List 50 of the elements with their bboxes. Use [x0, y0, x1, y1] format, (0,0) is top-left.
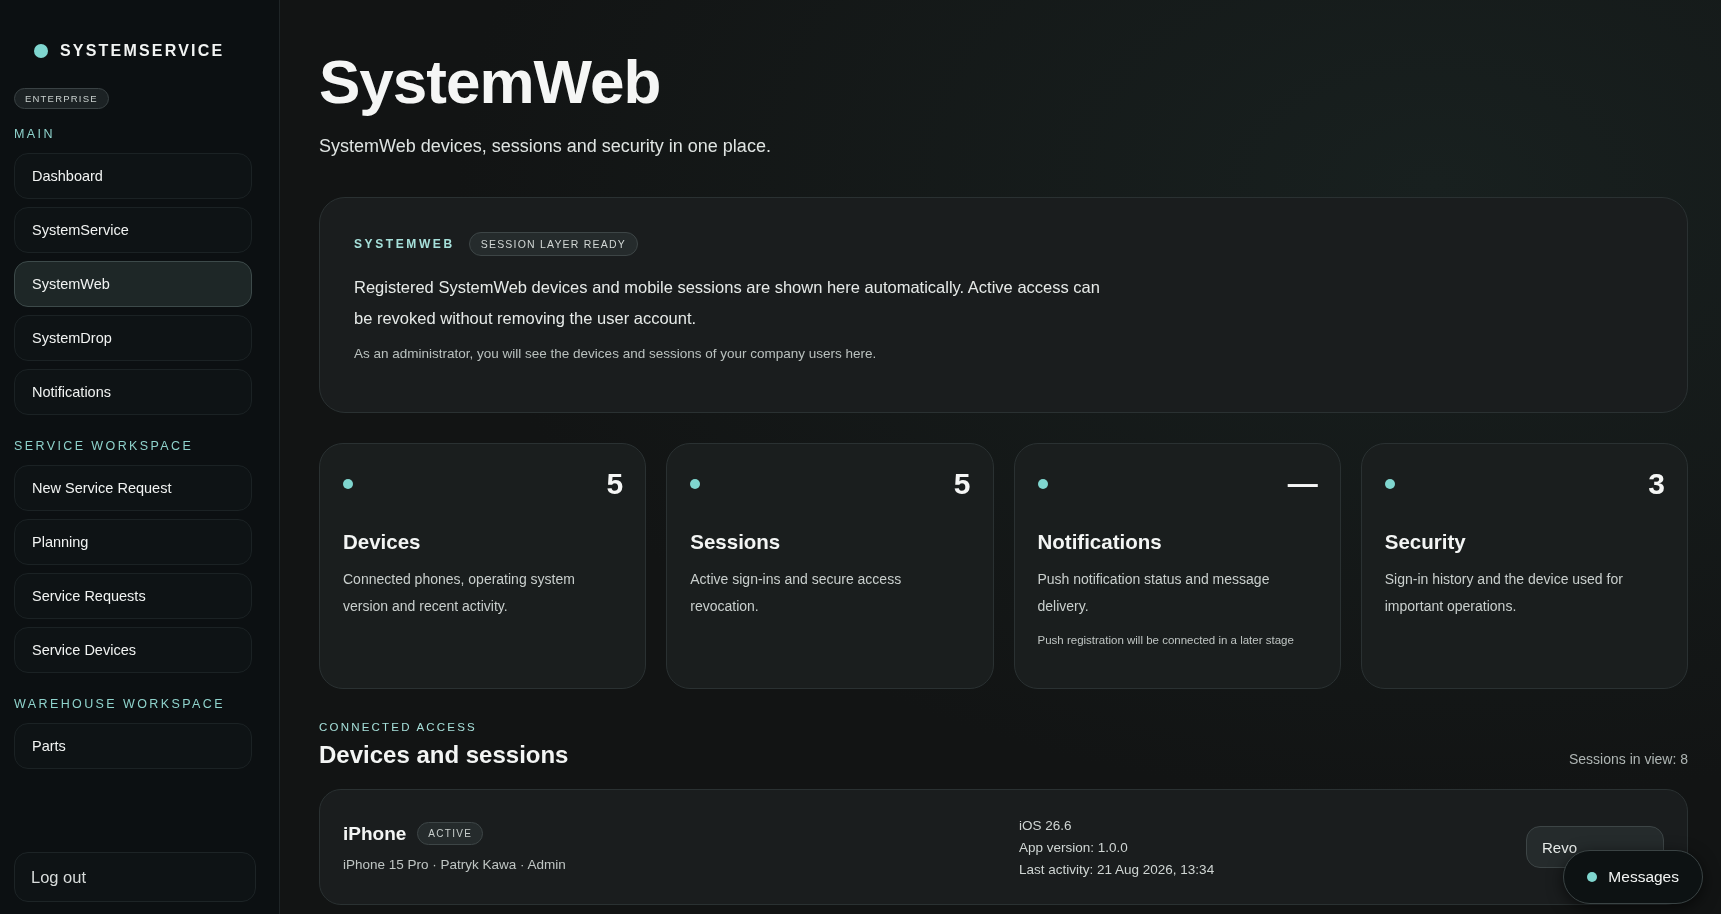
page-subtitle: SystemWeb devices, sessions and security in one place. — [319, 136, 772, 157]
stat-value: 5 — [606, 467, 624, 501]
stat-description: Connected phones, operating system version and recent activity. — [343, 570, 576, 616]
nav-item[interactable]: Service Requests — [14, 573, 252, 619]
status-dot — [690, 479, 701, 489]
nav-item[interactable]: Parts — [14, 723, 252, 769]
card-eyebrow: SYSTEMWEB — [354, 237, 455, 251]
nav-section-title: SERVICE WORKSPACE — [14, 439, 195, 453]
status-dot — [343, 479, 353, 489]
admin-note: As an administrator, you will see the devices and sessions of your company users here. — [354, 346, 878, 361]
status-dot — [1587, 872, 1598, 882]
nav-item[interactable]: New Service Request — [14, 465, 252, 511]
nav-item[interactable]: Dashboard — [14, 153, 252, 199]
stat-title: Devices — [343, 530, 422, 554]
stat-value: 5 — [953, 467, 971, 501]
nav-item[interactable]: SystemWeb — [14, 261, 252, 307]
status-dot — [34, 44, 48, 58]
stat-title: Security — [1384, 530, 1467, 554]
status-dot — [1384, 479, 1395, 489]
os-version: iOS 26.6 — [1019, 817, 1073, 833]
plan-badge: ENTERPRISE — [14, 88, 109, 109]
status-badge: ACTIVE — [417, 822, 484, 845]
stat-description: Active sign-ins and secure access revocation. — [690, 570, 903, 616]
nav-item[interactable]: Planning — [14, 519, 252, 565]
nav-item[interactable]: SystemDrop — [14, 315, 252, 361]
nav-section-title: WAREHOUSE WORKSPACE — [14, 697, 226, 711]
nav-item[interactable]: Service Devices — [14, 627, 252, 673]
brand-name: SYSTEMSERVICE — [60, 42, 225, 60]
status-badge: SESSION LAYER READY — [468, 232, 638, 256]
intro-text: Registered SystemWeb devices and mobile sessions are shown here automatically. Active access can be revoked without removing the user account. — [354, 277, 1101, 329]
stat-value: 3 — [1648, 467, 1665, 501]
device-name: iPhone — [343, 822, 407, 845]
stat-title: Sessions — [690, 530, 782, 554]
stat-title: Notifications — [1037, 530, 1163, 554]
nav-section-title: MAIN — [14, 127, 56, 141]
section-eyebrow: CONNECTED ACCESS — [319, 721, 478, 733]
app-version: App version: 1.0.0 — [1019, 839, 1129, 855]
status-dot — [1037, 479, 1048, 489]
device-detail: iPhone 15 Pro · Patryk Kawa · Admin — [343, 857, 567, 872]
logout-button[interactable]: Log out — [14, 852, 256, 902]
session-count: Sessions in view: 8 — [1568, 751, 1688, 767]
stat-note: Push registration will be connected in a later stage — [1037, 634, 1295, 646]
section-title: Devices and sessions — [319, 741, 569, 769]
stat-description: Sign-in history and the device used for important operations. — [1384, 570, 1624, 616]
stat-description: Push notification status and message delivery. — [1037, 570, 1271, 616]
stat-value: — — [1287, 467, 1318, 501]
page-title: SystemWeb — [319, 46, 662, 118]
nav-item[interactable]: Notifications — [14, 369, 252, 415]
nav-item[interactable]: SystemService — [14, 207, 252, 253]
last-activity: Last activity: 21 Aug 2026, 13:34 — [1019, 861, 1216, 877]
